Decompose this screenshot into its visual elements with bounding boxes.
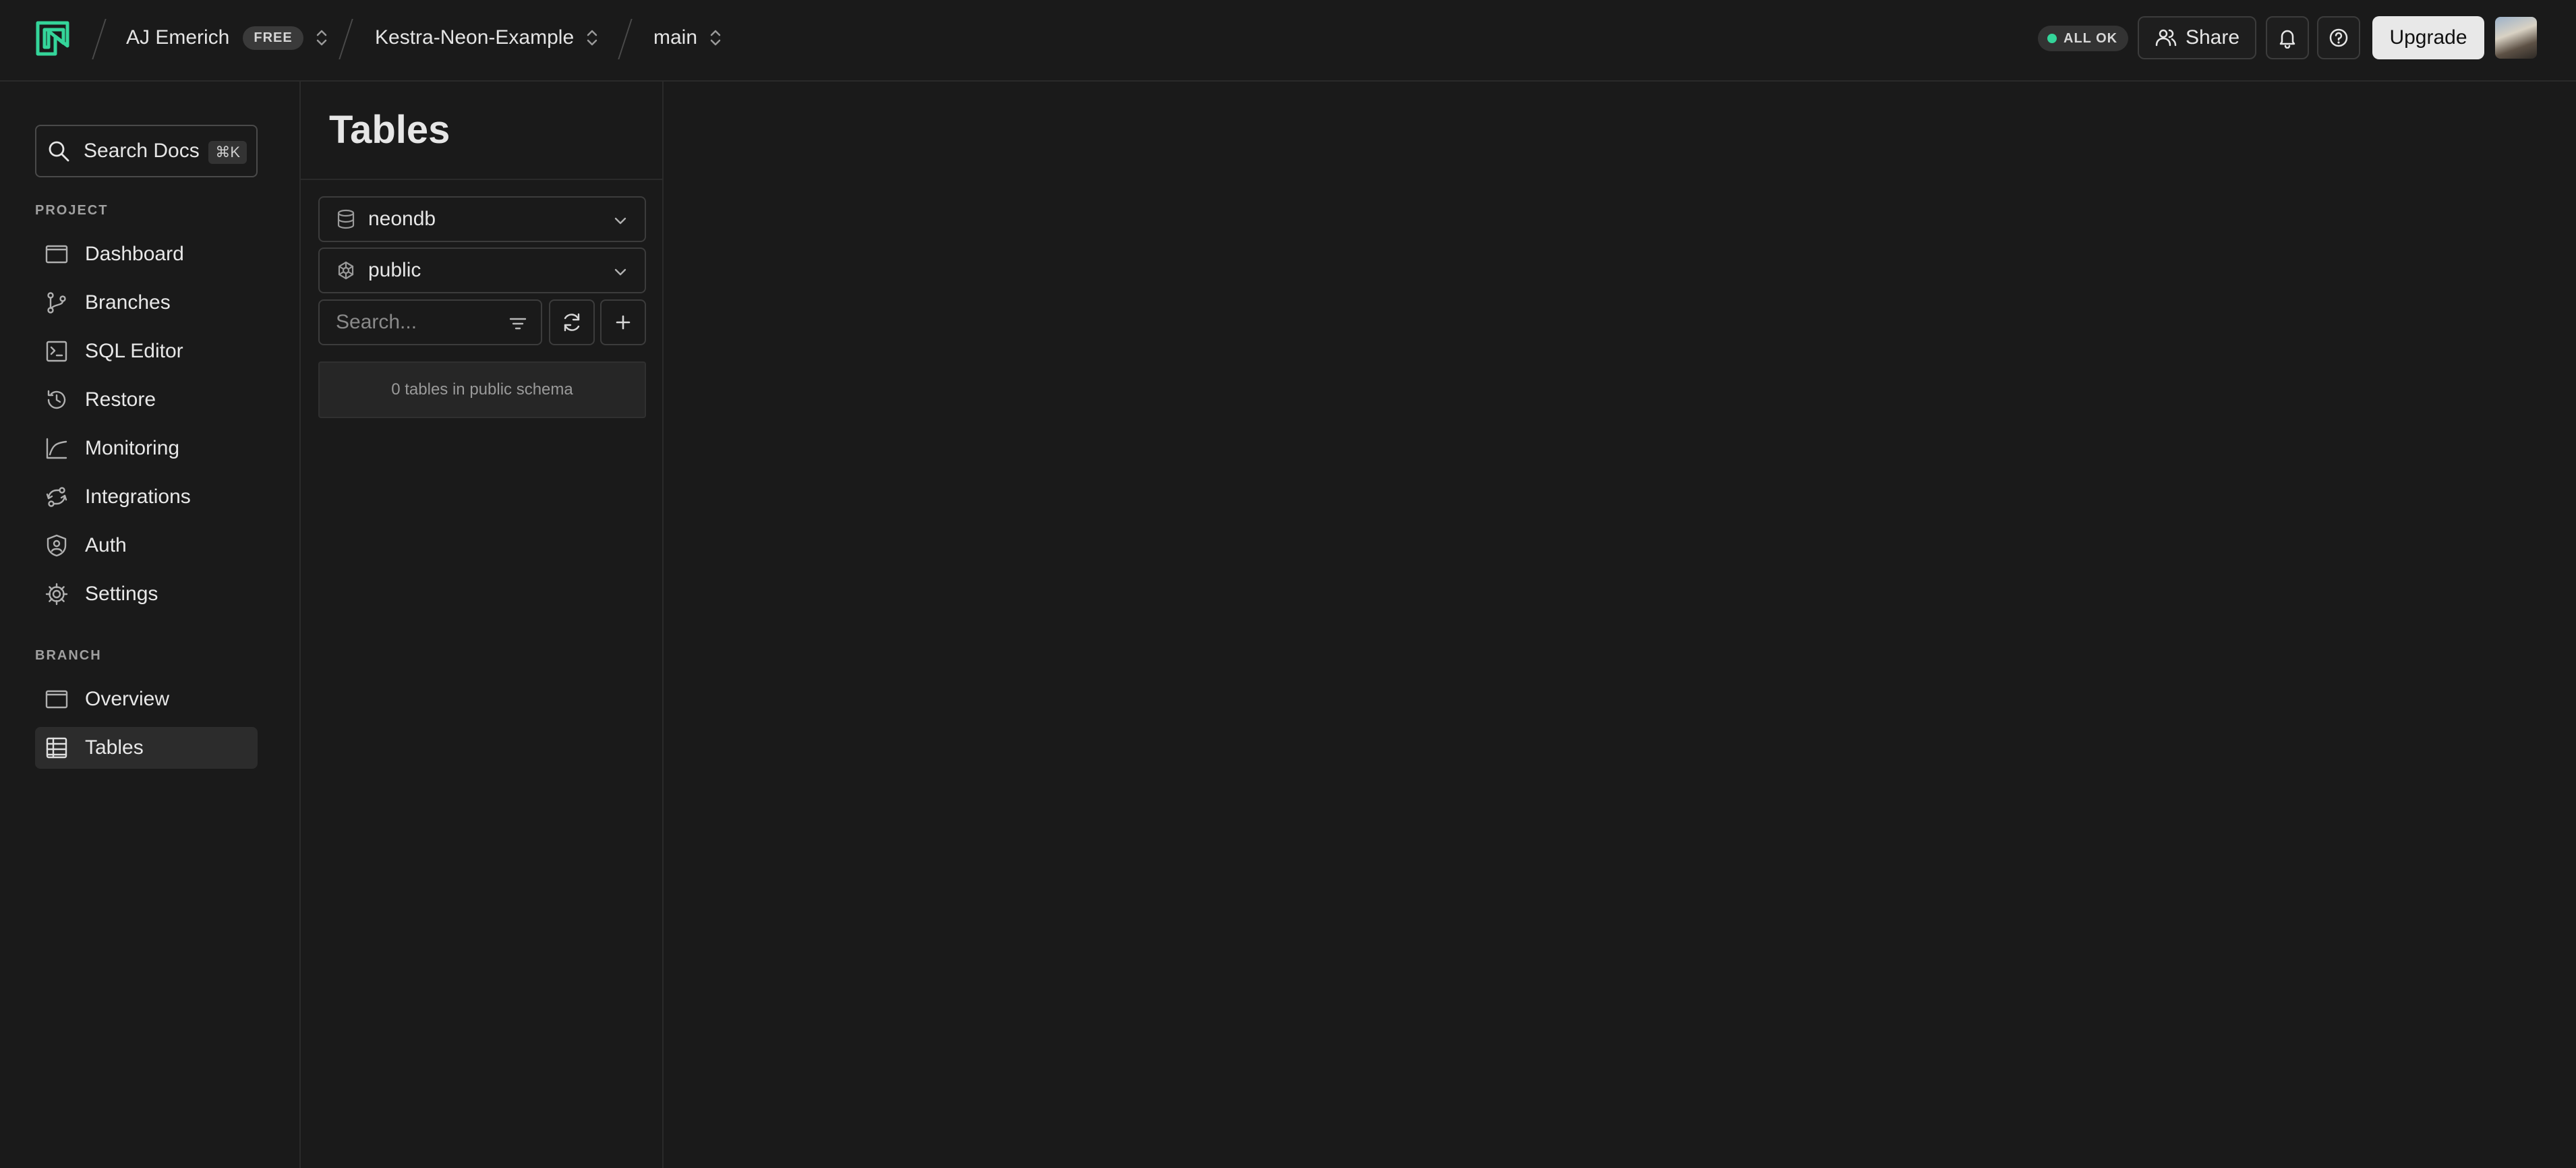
org-name: AJ Emerich [126,26,230,49]
notifications-button[interactable] [2266,16,2309,59]
chevron-updown-icon [708,27,723,49]
help-button[interactable] [2317,16,2360,59]
database-value: neondb [368,208,436,230]
chevron-down-icon [611,262,630,281]
plus-icon [612,312,634,333]
org-switcher[interactable]: AJ Emerich FREE [126,0,329,76]
breadcrumb-separator [618,19,633,59]
neon-logo-icon[interactable] [34,20,71,58]
sidebar-item-branches[interactable]: Branches [35,282,258,324]
database-select[interactable]: neondb [318,196,646,242]
plan-badge: FREE [243,26,303,50]
chevron-updown-icon [314,27,329,49]
branch-name: main [653,26,698,49]
dashboard-icon [45,242,69,266]
status-dot-icon [2047,34,2057,43]
project-switcher[interactable]: Kestra-Neon-Example [375,0,599,76]
database-icon [336,209,356,229]
filter-icon[interactable] [507,313,529,334]
tables-panel: Tables neondb public Search... 0 tables … [301,82,664,1168]
branches-icon [45,291,69,315]
project-section-label: PROJECT [35,203,109,218]
empty-tables-message: 0 tables in public schema [318,361,646,418]
integrations-icon [45,485,69,509]
monitoring-icon [45,436,69,461]
sidebar-item-dashboard[interactable]: Dashboard [35,233,258,275]
chevron-updown-icon [585,27,599,49]
schema-value: public [368,259,421,281]
overview-icon [45,687,69,711]
sidebar-item-overview[interactable]: Overview [35,678,258,720]
status-text: ALL OK [2063,30,2118,46]
branch-switcher[interactable]: main [653,0,723,76]
sidebar-item-restore[interactable]: Restore [35,379,258,421]
sidebar-item-label: Settings [85,583,158,605]
restore-icon [45,388,69,412]
sql-editor-icon [45,339,69,363]
search-docs-button[interactable]: Search Docs ⌘K [35,125,258,177]
breadcrumb-separator [92,19,107,59]
add-table-button[interactable] [600,299,646,345]
chevron-down-icon [611,211,630,230]
table-search-placeholder: Search... [336,311,417,333]
sidebar-item-label: Integrations [85,486,191,508]
main-content [664,82,2576,1168]
sidebar-item-label: SQL Editor [85,340,183,362]
sidebar-item-tables[interactable]: Tables [35,727,258,769]
schema-icon [336,260,356,281]
sidebar-item-auth[interactable]: Auth [35,525,258,566]
upgrade-button[interactable]: Upgrade [2372,16,2484,59]
users-icon [2155,26,2177,49]
sidebar-item-label: Restore [85,388,156,411]
sidebar-item-label: Tables [85,736,144,759]
page-title: Tables [329,108,450,152]
sidebar-item-label: Monitoring [85,437,180,459]
sidebar-item-integrations[interactable]: Integrations [35,476,258,518]
auth-icon [45,533,69,558]
sidebar-item-monitoring[interactable]: Monitoring [35,428,258,469]
schema-select[interactable]: public [318,247,646,293]
refresh-icon [560,311,583,334]
sidebar-item-label: Overview [85,688,170,710]
breadcrumb-separator [339,19,353,59]
tables-icon [45,736,69,760]
sidebar-item-settings[interactable]: Settings [35,573,258,615]
status-badge[interactable]: ALL OK [2038,26,2129,51]
sidebar-item-label: Dashboard [85,243,184,265]
share-label: Share [2185,26,2240,49]
top-bar: AJ Emerich FREE Kestra-Neon-Example main… [0,0,2576,82]
search-icon [47,140,70,163]
branch-section-label: BRANCH [35,648,102,663]
refresh-button[interactable] [549,299,595,345]
share-button[interactable]: Share [2138,16,2256,59]
table-search-input[interactable]: Search... [318,299,542,345]
settings-icon [45,582,69,606]
divider [301,179,662,180]
sidebar-item-sql-editor[interactable]: SQL Editor [35,330,258,372]
project-name: Kestra-Neon-Example [375,26,575,49]
search-docs-label: Search Docs [84,140,200,162]
bell-icon [2277,27,2298,49]
sidebar-item-label: Branches [85,291,171,314]
sidebar: Search Docs ⌘K PROJECT Dashboard Branche… [0,82,301,1168]
help-icon [2328,27,2349,49]
shortcut-hint: ⌘K [208,141,247,164]
avatar[interactable] [2495,17,2537,59]
sidebar-item-label: Auth [85,534,127,556]
